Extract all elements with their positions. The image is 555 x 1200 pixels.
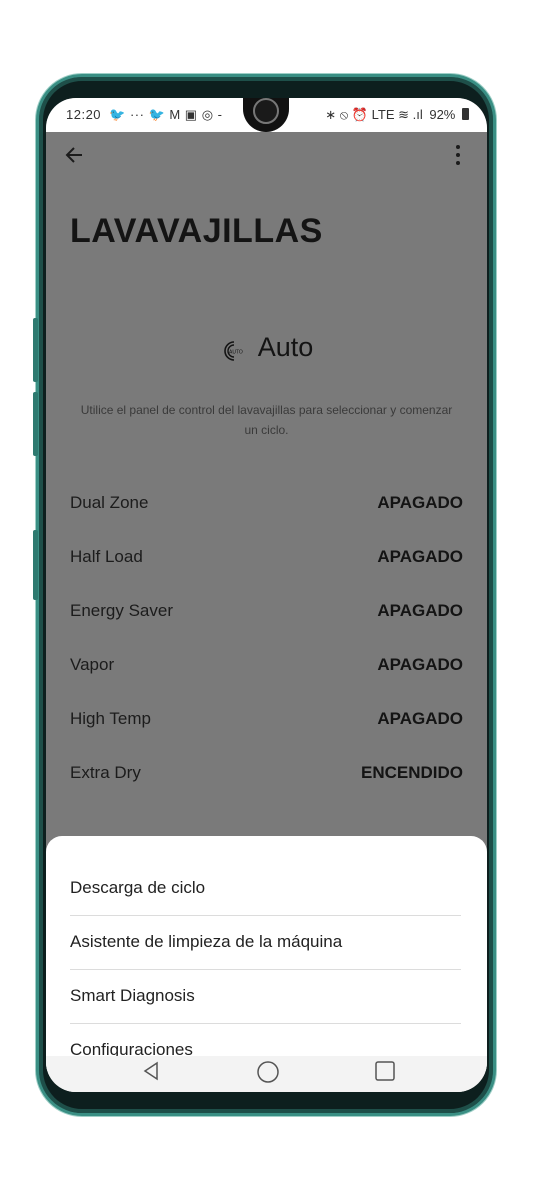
menu-item-cleaning-assistant[interactable]: Asistente de limpieza de la máquina [70,916,461,970]
system-icons: ∗ ⦸ ⏰ LTE ≋ .ıl [325,107,423,122]
option-value: APAGADO [377,547,463,566]
system-nav-bar [46,1056,487,1092]
status-time: 12:20 [66,107,102,122]
battery-icon [462,108,469,120]
screen: 12:20 🐦 ··· 🐦 M ▣ ◎ - ∗ ⦸ ⏰ LTE ≋ .ıl 92… [46,98,487,1092]
battery-level: 92% [429,107,456,122]
auto-cycle-icon: AUTO [220,338,246,361]
option-value: APAGADO [377,601,463,620]
power-button [33,530,38,600]
menu-item-smart-diagnosis[interactable]: Smart Diagnosis [70,970,461,1024]
option-label: Vapor [70,655,115,674]
option-row-energy-saver: Energy Saver APAGADO [70,597,463,627]
option-label: Extra Dry [70,763,141,782]
option-label: High Temp [70,709,151,728]
notification-icons: 🐦 ··· 🐦 M ▣ ◎ - [109,107,223,122]
menu-item-label: Smart Diagnosis [70,986,195,1005]
option-row-half-load: Half Load APAGADO [70,543,463,573]
volume-button [33,318,38,382]
option-label: Half Load [70,547,143,566]
status-bar: 12:20 🐦 ··· 🐦 M ▣ ◎ - ∗ ⦸ ⏰ LTE ≋ .ıl 92… [46,98,487,132]
svg-text:AUTO: AUTO [229,349,243,355]
page-title: LAVAVAJILLAS [70,212,323,250]
option-value: APAGADO [377,493,463,512]
camera-notch [243,98,289,132]
nav-home-icon[interactable] [256,1060,280,1089]
dishwasher-screen: LAVAVAJILLAS AUTO Auto Utilice el panel … [46,132,487,1092]
nav-back-icon[interactable] [141,1060,161,1087]
cycle-mode: AUTO Auto [46,332,487,363]
option-value: APAGADO [377,655,463,674]
instruction-text: Utilice el panel de control del lavavaji… [80,403,453,437]
nav-recents-icon[interactable] [374,1060,396,1087]
cycle-mode-label: Auto [257,332,314,362]
menu-item-cycle-download[interactable]: Descarga de ciclo [70,862,461,916]
menu-item-label: Descarga de ciclo [70,878,206,897]
menu-item-label: Asistente de limpieza de la máquina [70,932,343,951]
option-row-high-temp: High Temp APAGADO [70,705,463,735]
option-value: APAGADO [377,709,463,728]
side-button [33,392,38,456]
option-value: ENCENDIDO [360,763,463,782]
option-label: Dual Zone [70,493,149,512]
option-label: Energy Saver [70,601,173,620]
option-row-dual-zone: Dual Zone APAGADO [70,489,463,519]
bottom-sheet-menu: Descarga de ciclo Asistente de limpieza … [46,836,487,1092]
back-arrow-icon[interactable] [64,144,86,172]
front-camera-icon [253,98,279,124]
option-row-extra-dry: Extra Dry ENCENDIDO [70,759,463,789]
more-options-icon[interactable] [455,144,461,172]
option-row-vapor: Vapor APAGADO [70,651,463,681]
